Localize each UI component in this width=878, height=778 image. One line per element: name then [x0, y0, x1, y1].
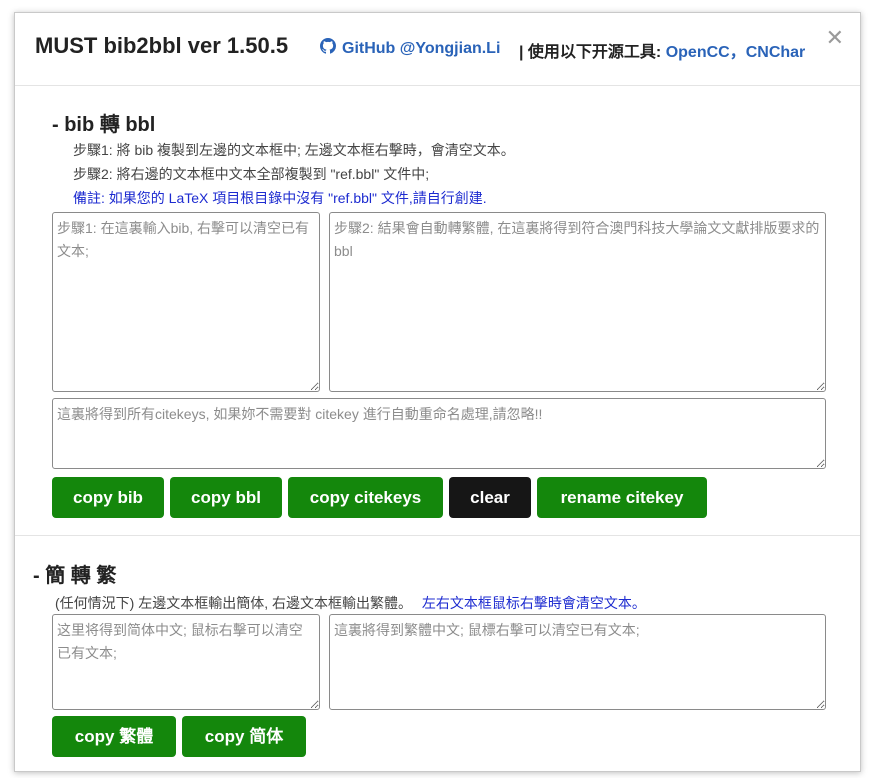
copy-bbl-button[interactable]: copy bbl — [170, 477, 282, 518]
convert-note: 左右文本框鼠标右擊時會清空文本。 — [421, 595, 646, 611]
convert-desc: (任何情況下) 左邊文本框輸出簡体, 右邊文本框輸出繁體。 — [55, 595, 412, 611]
simplified-output[interactable] — [52, 614, 320, 710]
dialog-header: MUST bib2bbl ver 1.50.5 GitHub @Yongjian… — [15, 13, 860, 86]
tools-prefix: | 使用以下开源工具: — [519, 44, 666, 61]
copy-traditional-button[interactable]: copy 繁體 — [52, 716, 176, 757]
dialog: MUST bib2bbl ver 1.50.5 GitHub @Yongjian… — [14, 12, 861, 772]
github-link[interactable]: GitHub @Yongjian.Li — [320, 38, 500, 59]
section-divider — [15, 535, 860, 536]
copy-bib-button[interactable]: copy bib — [52, 477, 164, 518]
close-icon[interactable]: ✕ — [826, 27, 844, 49]
clear-button[interactable]: clear — [449, 477, 531, 518]
section-bib-title: - bib 轉 bbl — [52, 114, 156, 136]
section-convert-title: - 簡 轉 繁 — [33, 565, 117, 587]
copy-simplified-button[interactable]: copy 简体 — [182, 716, 306, 757]
rename-citekey-button[interactable]: rename citekey — [537, 477, 707, 518]
bib-note-text: 備註: 如果您的 LaTeX 項目根目錄中沒有 "ref.bbl" 文件,請自行… — [73, 190, 487, 206]
github-label: GitHub @Yongjian.Li — [342, 39, 501, 57]
step2-text: 步驟2: 將右邊的文本框中文本全部複製到 "ref.bbl" 文件中; — [73, 166, 430, 182]
tools-credit: | 使用以下开源工具: OpenCC，CNChar — [519, 38, 805, 62]
citekeys-output[interactable] — [52, 398, 826, 469]
bbl-output[interactable] — [329, 212, 826, 392]
convert-desc-text: (任何情況下) 左邊文本框輸出簡体, 右邊文本框輸出繁體。 左右文本框鼠标右擊時… — [55, 593, 646, 613]
page-title: MUST bib2bbl ver 1.50.5 — [35, 33, 289, 58]
traditional-output[interactable] — [329, 614, 826, 710]
opencc-link[interactable]: OpenCC — [666, 44, 730, 61]
step1-text: 步驟1: 將 bib 複製到左邊的文本框中; 左邊文本框右擊時，會清空文本。 — [73, 142, 515, 158]
copy-citekeys-button[interactable]: copy citekeys — [288, 477, 443, 518]
github-icon — [320, 38, 336, 59]
bib-input[interactable] — [52, 212, 320, 392]
tools-separator: ， — [729, 44, 746, 61]
cnchar-link[interactable]: CNChar — [746, 44, 806, 61]
